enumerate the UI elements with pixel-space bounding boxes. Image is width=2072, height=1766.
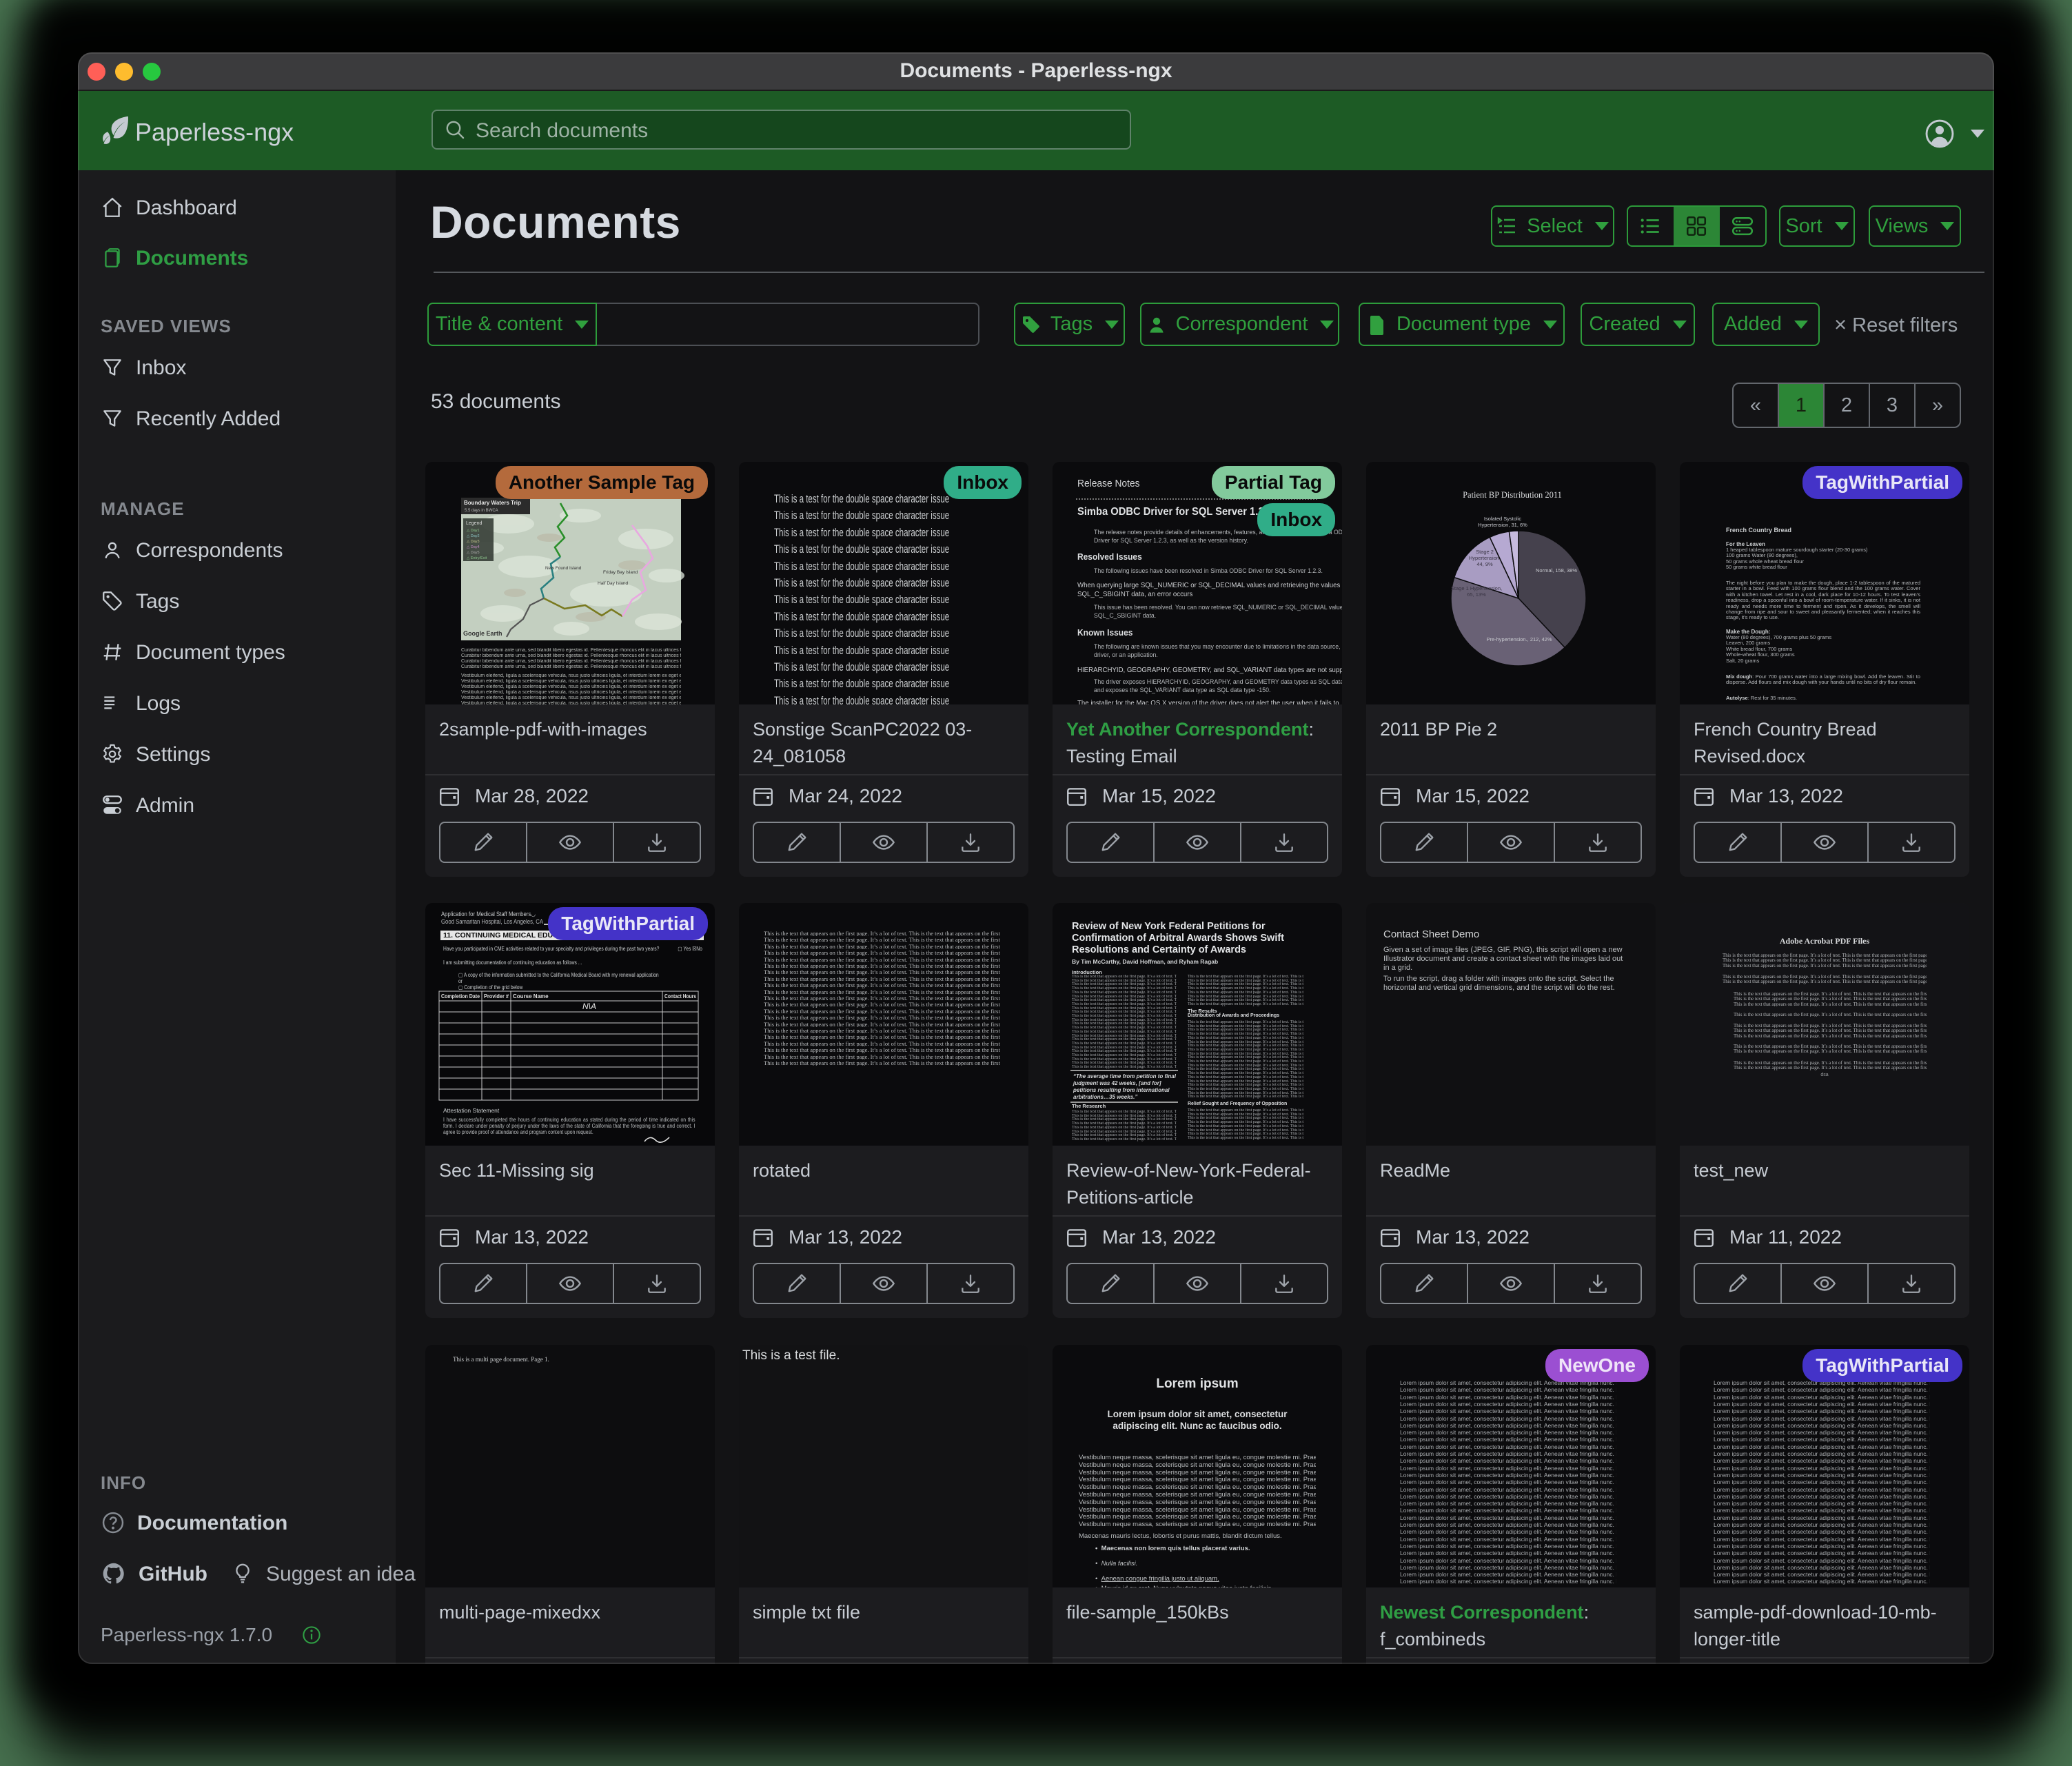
svg-text:Provider #: Provider # — [484, 993, 509, 999]
svg-text:△ Entry/Exit: △ Entry/Exit — [467, 556, 487, 560]
svg-text:Google Earth: Google Earth — [463, 630, 502, 637]
svg-text:Normal, 158, 38%: Normal, 158, 38% — [1536, 567, 1577, 574]
svg-text:N\A: N\A — [582, 1002, 596, 1011]
svg-text:△ Day5: △ Day5 — [467, 551, 480, 555]
svg-text:Pre-hypertension., 212, 42%: Pre-hypertension., 212, 42% — [1486, 636, 1552, 642]
svg-text:44, 9%: 44, 9% — [1476, 561, 1493, 567]
svg-text:Stage 2: Stage 2 — [1476, 549, 1494, 555]
svg-text:65, 13%: 65, 13% — [1467, 591, 1486, 598]
svg-text:△ Day1: △ Day1 — [467, 529, 480, 533]
svg-text:Legend: Legend — [466, 521, 482, 526]
svg-text:△ Day4: △ Day4 — [467, 545, 480, 549]
svg-text:New Found Island: New Found Island — [545, 566, 582, 571]
svg-text:5.5 days in BWCA: 5.5 days in BWCA — [465, 509, 498, 513]
svg-text:Contact Hours: Contact Hours — [664, 993, 696, 999]
svg-text:Hypertension, 31, 6%: Hypertension, 31, 6% — [1478, 522, 1527, 528]
svg-text:Hypertension,: Hypertension, — [1469, 555, 1501, 561]
svg-text:Friday Bay Island: Friday Bay Island — [603, 570, 638, 575]
svg-text:△ Day2: △ Day2 — [467, 534, 480, 538]
svg-text:Stage 1 Hypertension,: Stage 1 Hypertension, — [1451, 585, 1502, 591]
svg-text:Completion Date: Completion Date — [441, 993, 480, 999]
svg-text:Half Day Island: Half Day Island — [598, 581, 628, 586]
svg-text:Patient BP Distribution 2011: Patient BP Distribution 2011 — [1463, 490, 1562, 500]
svg-text:Course Name: Course Name — [513, 993, 549, 999]
svg-text:Isolated Systolic: Isolated Systolic — [1484, 516, 1521, 522]
svg-text:△ Day3: △ Day3 — [467, 540, 480, 544]
svg-text:Boundary Waters Trip: Boundary Waters Trip — [464, 500, 521, 506]
